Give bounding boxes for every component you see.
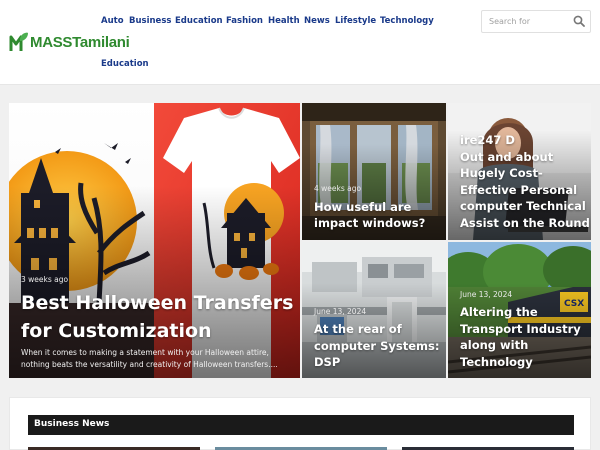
search-icon[interactable] — [573, 15, 585, 27]
featured-post-halloween[interactable]: 3 weeks ago Best Halloween Transfers for… — [9, 103, 300, 378]
nav-item-health[interactable]: Health — [268, 16, 300, 26]
post-date: 4 weeks ago — [314, 184, 362, 193]
post-title[interactable]: ire247 D Out and about Hugely Cost- Effe… — [460, 132, 590, 231]
post-title[interactable]: How useful are impact windows? — [314, 199, 425, 231]
post-date: 3 weeks ago — [21, 275, 69, 284]
search-input[interactable] — [482, 11, 570, 32]
nav-item-education-2[interactable]: Education — [101, 59, 149, 69]
featured-post-tech-support[interactable]: ire247 D Out and about Hugely Cost- Effe… — [448, 103, 591, 240]
post-title[interactable]: Best Halloween Transfers for Customizati… — [21, 289, 293, 345]
featured-post-computer-systems[interactable]: June 13, 2024 At the rear of computer Sy… — [302, 242, 446, 378]
section-heading[interactable]: Business News — [34, 419, 109, 429]
featured-post-windows[interactable]: 4 weeks ago How useful are impact window… — [302, 103, 446, 240]
nav-item-auto[interactable]: Auto — [101, 16, 124, 26]
post-date: June 13, 2024 — [314, 307, 367, 316]
nav-item-news[interactable]: News — [304, 16, 330, 26]
site-header: MASSTamilani Auto Business Education Fas… — [0, 0, 600, 85]
post-title[interactable]: Altering the Transport Industry along wi… — [460, 304, 581, 370]
site-logo[interactable]: MASSTamilani — [9, 30, 130, 54]
nav-item-business[interactable]: Business — [129, 16, 171, 26]
nav-item-education[interactable]: Education — [175, 16, 223, 26]
leaf-m-icon — [9, 32, 28, 51]
post-excerpt: When it comes to making a statement with… — [21, 348, 278, 369]
nav-item-fashion[interactable]: Fashion — [226, 16, 263, 26]
post-date: June 13, 2024 — [460, 290, 513, 299]
site-logo-text: MASSTamilani — [30, 33, 130, 51]
nav-item-lifestyle[interactable]: Lifestyle — [335, 16, 376, 26]
nav-item-technology[interactable]: Technology — [380, 16, 434, 26]
featured-post-transport[interactable]: CSX June 13, 2024 Altering the Transport… — [448, 242, 591, 378]
post-title[interactable]: At the rear of computer Systems: DSP — [314, 321, 439, 371]
business-news-section: Business News — [9, 397, 591, 450]
search-box — [481, 10, 591, 33]
section-heading-bar: Business News — [28, 415, 574, 435]
